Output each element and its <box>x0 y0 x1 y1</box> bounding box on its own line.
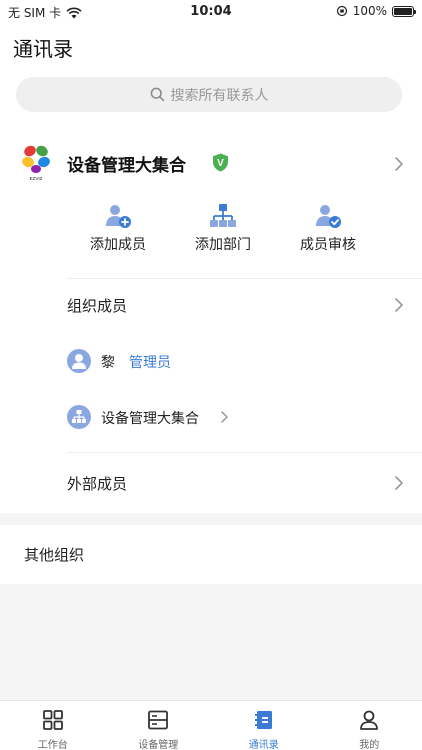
profile-icon <box>360 710 379 730</box>
verified-badge-icon: V <box>213 153 228 172</box>
org-members-label: 组织成员 <box>67 297 128 315</box>
search-placeholder: 搜索所有联系人 <box>170 87 269 104</box>
tab-label: 我的 <box>359 740 380 750</box>
grid-icon <box>42 710 63 730</box>
other-orgs-row[interactable]: 其他组织 <box>0 525 422 584</box>
department-name: 设备管理大集合 <box>101 411 199 427</box>
external-members-label: 外部成员 <box>67 475 128 493</box>
member-review-icon <box>316 205 341 228</box>
device-icon <box>148 710 169 730</box>
status-bar: 无 SIM 卡 10:04 100% <box>0 0 422 24</box>
add-department-label: 添加部门 <box>195 237 251 253</box>
divider <box>67 452 422 453</box>
department-row[interactable]: 设备管理大集合 <box>0 395 422 439</box>
org-members-row[interactable]: 组织成员 <box>0 283 422 327</box>
search-input[interactable]: 搜索所有联系人 <box>16 77 402 112</box>
org-logo: EZVIZ <box>22 145 50 181</box>
tab-label: 设备管理 <box>138 740 179 750</box>
admin-role-tag: 管理员 <box>129 355 171 371</box>
avatar <box>67 349 91 373</box>
add-member-button[interactable]: 添加成员 <box>68 202 168 254</box>
tab-mine[interactable]: 我的 <box>317 701 422 750</box>
add-member-icon <box>106 205 131 228</box>
add-department-button[interactable]: 添加部门 <box>173 202 273 254</box>
member-review-button[interactable]: 成员审核 <box>278 202 378 254</box>
org-header-row[interactable]: EZVIZ 设备管理大集合 V <box>0 138 422 188</box>
member-name: 黎 <box>101 355 115 371</box>
divider <box>67 278 422 279</box>
orientation-lock-icon <box>336 5 347 17</box>
member-review-label: 成员审核 <box>300 237 356 253</box>
battery-icon <box>392 5 416 17</box>
chevron-right-icon <box>395 157 403 171</box>
other-orgs-label: 其他组织 <box>24 546 85 564</box>
status-right: 100% <box>336 4 416 18</box>
contacts-icon <box>254 711 272 729</box>
page-title: 通讯录 <box>13 37 73 61</box>
tab-workbench[interactable]: 工作台 <box>0 701 106 750</box>
chevron-right-icon <box>395 476 403 490</box>
svg-text:V: V <box>217 158 224 169</box>
tab-bar: 工作台 设备管理 通讯录 我的 <box>0 700 422 750</box>
member-row[interactable]: 黎 管理员 <box>0 339 422 383</box>
battery-percent: 100% <box>352 4 387 18</box>
add-department-icon <box>210 204 236 227</box>
tab-label: 工作台 <box>37 740 68 750</box>
tab-device-management[interactable]: 设备管理 <box>106 701 212 750</box>
chevron-right-icon <box>395 298 403 312</box>
chevron-right-icon <box>221 411 228 423</box>
org-card: EZVIZ 设备管理大集合 V 添加成员 添加部门 成员审核 组织成员 黎 管理… <box>0 124 422 513</box>
add-member-label: 添加成员 <box>90 237 146 253</box>
org-name: 设备管理大集合 <box>67 156 186 176</box>
department-avatar <box>67 405 91 429</box>
department-icon <box>72 410 86 423</box>
header: 通讯录 搜索所有联系人 <box>0 24 422 124</box>
tab-contacts[interactable]: 通讯录 <box>211 701 317 750</box>
logo-caption: EZVIZ <box>30 176 43 181</box>
search-icon <box>150 87 164 102</box>
external-members-row[interactable]: 外部成员 <box>0 461 422 505</box>
tab-label: 通讯录 <box>248 740 279 750</box>
person-icon <box>72 354 86 369</box>
